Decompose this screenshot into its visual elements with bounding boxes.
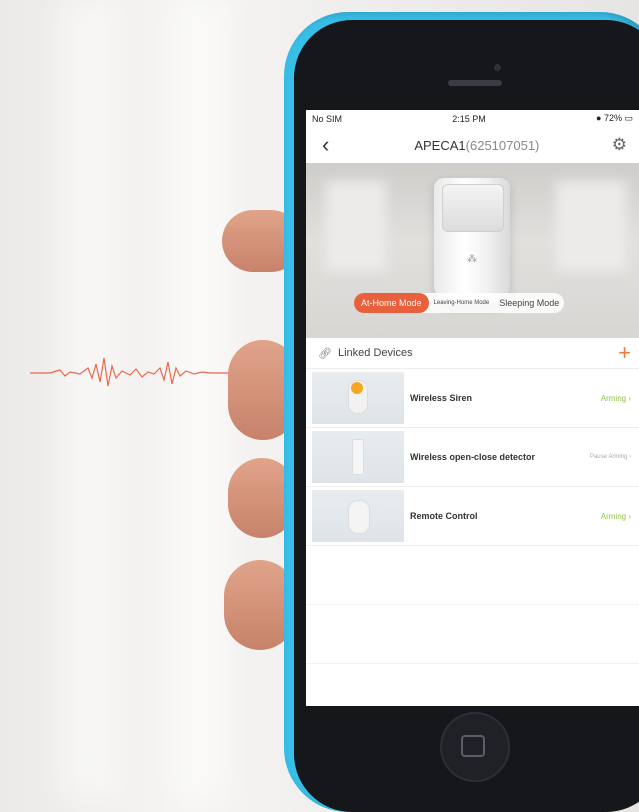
device-hero-image: ⁂ At-Home Mode Leaving-Home Mode Sleepin… xyxy=(306,163,639,338)
mode-leaving-home[interactable]: Leaving-Home Mode xyxy=(429,293,495,313)
device-title: APECA1(625107051) xyxy=(414,137,540,153)
device-name: Wireless open-close detector xyxy=(410,452,535,462)
app-screen: No SIM 2:15 PM ● 72% ▭ ‹ APECA1(62510705… xyxy=(306,110,639,706)
front-camera xyxy=(494,64,501,71)
device-name: Remote Control xyxy=(410,511,478,521)
home-button-icon xyxy=(461,735,485,757)
mode-sleeping[interactable]: Sleeping Mode xyxy=(494,293,564,313)
motion-sensor-image: ⁂ xyxy=(434,178,510,303)
status-bar: No SIM 2:15 PM ● 72% ▭ xyxy=(306,110,639,127)
empty-list-row xyxy=(306,605,639,664)
linked-devices-title-group: 🔗︎ Linked Devices xyxy=(318,347,413,360)
mode-at-home[interactable]: At-Home Mode xyxy=(354,293,429,313)
battery-label: ● 72% ▭ xyxy=(596,113,633,123)
link-icon: 🔗︎ xyxy=(318,347,332,360)
status-time: 2:15 PM xyxy=(452,113,486,124)
empty-list-row xyxy=(306,546,639,605)
linked-devices-header: 🔗︎ Linked Devices + xyxy=(306,338,639,369)
siren-thumbnail xyxy=(312,372,404,424)
sound-wave-graphic xyxy=(30,357,230,387)
device-row-siren[interactable]: Wireless Siren Arming › xyxy=(306,369,639,428)
settings-gear-icon[interactable]: ⚙ xyxy=(612,135,627,155)
nav-bar: ‹ APECA1(625107051) ⚙ xyxy=(306,127,639,163)
mode-selector: At-Home Mode Leaving-Home Mode Sleeping … xyxy=(354,293,565,313)
device-name: Wireless Siren xyxy=(410,393,472,403)
background-window xyxy=(326,181,386,271)
earpiece xyxy=(448,80,502,86)
detector-thumbnail xyxy=(312,431,404,483)
device-row-remote[interactable]: Remote Control Arming › xyxy=(306,487,639,546)
sensor-lens xyxy=(442,184,504,232)
device-status: Pause Arming › xyxy=(589,454,631,460)
back-icon[interactable]: ‹ xyxy=(322,132,342,158)
device-status: Arming › xyxy=(600,393,631,403)
linked-devices-title: Linked Devices xyxy=(337,347,413,359)
device-status: Arming › xyxy=(600,511,631,521)
background-window xyxy=(556,181,626,271)
carrier-label: No SIM xyxy=(312,113,343,124)
device-row-detector[interactable]: Wireless open-close detector Pause Armin… xyxy=(306,428,639,487)
remote-thumbnail xyxy=(312,490,404,542)
add-device-plus-icon[interactable]: + xyxy=(618,342,631,364)
brand-logo-icon: ⁂ xyxy=(467,254,477,265)
